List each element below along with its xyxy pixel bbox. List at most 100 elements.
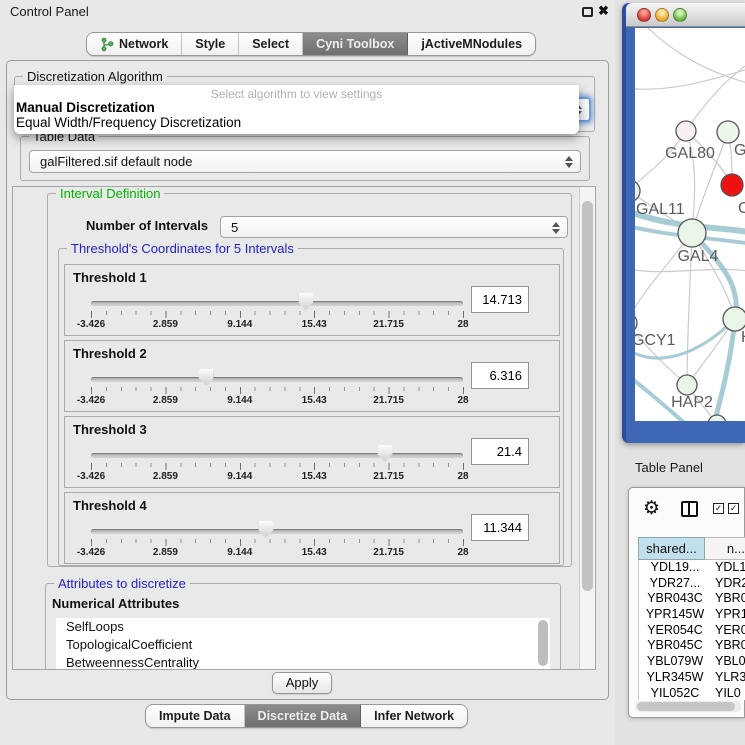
slider-tick-label: 21.715 xyxy=(373,395,404,406)
close-icon[interactable]: ✖ xyxy=(598,3,609,19)
tab-jactivemnodules-label: jActiveMNodules xyxy=(421,37,522,51)
network-node-c[interactable] xyxy=(721,174,743,196)
table-cell[interactable]: YER0 xyxy=(711,623,745,639)
table-horizontal-scrollbar[interactable] xyxy=(635,701,741,712)
table-cell[interactable]: YDL19... xyxy=(639,560,711,576)
threshold-3-label: Threshold 3 xyxy=(73,422,147,437)
network-node-hap2[interactable] xyxy=(677,375,697,395)
tab-network[interactable]: Network xyxy=(87,33,182,55)
tab-impute-data[interactable]: Impute Data xyxy=(146,705,245,727)
table-row[interactable]: YDL19...YDL1 xyxy=(639,560,745,576)
table-cell[interactable]: YBL0 xyxy=(711,654,745,670)
interval-definition-title: Interval Definition xyxy=(56,186,164,201)
table-cell[interactable]: YLR345W xyxy=(639,670,711,686)
threshold-2-value-field[interactable]: 6.316 xyxy=(471,362,529,389)
table-row[interactable]: YBL079WYBL0 xyxy=(639,654,745,670)
tab-select[interactable]: Select xyxy=(239,33,303,55)
table-data-combobox[interactable]: galFiltered.sif default node xyxy=(29,150,581,173)
threshold-3-slider-thumb[interactable] xyxy=(377,445,392,462)
dropdown-placeholder-option[interactable]: Select algorithm to view settings xyxy=(14,85,579,100)
table-cell[interactable]: YPR145W xyxy=(639,607,711,623)
table-cell[interactable]: YER054C xyxy=(639,623,711,639)
dropdown-option-equal-width[interactable]: Equal Width/Frequency Discretization xyxy=(14,115,579,130)
table-row[interactable]: YLR345WYLR3 xyxy=(639,670,745,686)
slider-tick-label: 9.144 xyxy=(227,471,252,482)
threshold-1-slider-thumb[interactable] xyxy=(298,293,313,310)
table-cell[interactable]: YPR1 xyxy=(711,607,745,623)
network-canvas[interactable]: GAL80G.CGAL11GAL4GCY1HHAP2 xyxy=(635,28,745,421)
table-cell[interactable]: YDR2 xyxy=(711,576,745,592)
tab-cyni-toolbox-label: Cyni Toolbox xyxy=(316,37,394,51)
attribute-item[interactable]: TopologicalCoefficient xyxy=(56,636,550,654)
network-node-gal80[interactable] xyxy=(676,121,696,141)
threshold-1-value-field[interactable]: 14.713 xyxy=(471,286,529,313)
slider-tick-label: 9.144 xyxy=(227,547,252,558)
checkbox-icon[interactable]: ✓ xyxy=(728,503,739,514)
discretization-algorithm-title: Discretization Algorithm xyxy=(23,69,167,84)
threshold-1-slider-track[interactable] xyxy=(91,301,463,306)
table-cell[interactable]: YDL1 xyxy=(711,560,745,576)
checkbox-icon[interactable]: ✓ xyxy=(713,503,724,514)
table-cell[interactable]: YBL079W xyxy=(639,654,711,670)
table-row[interactable]: YBR045CYBR0 xyxy=(639,638,745,654)
table-cell[interactable]: YBR045C xyxy=(639,638,711,654)
tab-infer-network[interactable]: Infer Network xyxy=(361,705,467,727)
attributes-list-scrollbar[interactable] xyxy=(537,620,549,670)
tab-cyni-toolbox[interactable]: Cyni Toolbox xyxy=(303,33,408,55)
dropdown-option-manual-discretization[interactable]: Manual Discretization xyxy=(14,100,579,115)
zoom-traffic-light-icon[interactable] xyxy=(673,8,687,22)
table-hscrollbar-thumb[interactable] xyxy=(637,702,735,711)
table-cell[interactable]: YBR043C xyxy=(639,591,711,607)
threshold-2-slider-track[interactable] xyxy=(91,377,463,382)
threshold-4-slider-track[interactable] xyxy=(91,529,463,534)
attributes-scrollbar-thumb[interactable] xyxy=(538,620,548,666)
tab-style[interactable]: Style xyxy=(182,33,239,55)
threshold-4-value-field[interactable]: 11.344 xyxy=(471,514,529,541)
apply-button[interactable]: Apply xyxy=(272,672,332,694)
threshold-3-slider-track[interactable] xyxy=(91,453,463,458)
network-node-g[interactable] xyxy=(717,121,739,143)
table-cell[interactable]: YBR0 xyxy=(711,638,745,654)
gear-icon[interactable]: ⚙ xyxy=(643,497,660,520)
column-header-name[interactable]: n... xyxy=(705,537,745,560)
column-header-shared-name[interactable]: shared... xyxy=(638,537,705,560)
network-node-gcy1[interactable] xyxy=(635,313,637,333)
settings-scrollbar-thumb[interactable] xyxy=(582,201,593,591)
float-window-icon[interactable] xyxy=(582,7,593,17)
table-row[interactable]: YPR145WYPR1 xyxy=(639,607,745,623)
threshold-3-panel: Threshold 3 -3.4262.8599.14415.4321.7152… xyxy=(64,416,560,488)
attribute-item[interactable]: BetweennessCentrality xyxy=(56,654,550,670)
threshold-4-slider-thumb[interactable] xyxy=(258,521,273,538)
network-node-gal4[interactable] xyxy=(678,219,706,247)
slider-tick-label: -3.426 xyxy=(77,547,105,558)
threshold-2-slider-thumb[interactable] xyxy=(199,369,214,386)
slider-ticks-major xyxy=(91,463,464,470)
table-cell[interactable]: YIL0 xyxy=(711,686,745,701)
table-row[interactable]: YDR27...YDR2 xyxy=(639,576,745,592)
columns-icon[interactable] xyxy=(681,501,698,517)
node-label: C xyxy=(738,200,745,217)
table-cell[interactable]: YLR3 xyxy=(711,670,745,686)
table-row[interactable]: YIL052CYIL0 xyxy=(639,686,745,701)
number-of-intervals-combobox[interactable]: 5 xyxy=(220,216,568,238)
slider-tick-label: 21.715 xyxy=(373,547,404,558)
settings-scroll-viewport: Interval Definition Number of Intervals … xyxy=(12,186,596,670)
network-view-window[interactable]: GAL80G.CGAL11GAL4GCY1HHAP2 xyxy=(622,3,745,443)
table-row[interactable]: YBR043CYBR0 xyxy=(639,591,745,607)
settings-vertical-scrollbar[interactable] xyxy=(579,187,595,669)
network-node-h[interactable] xyxy=(723,307,745,331)
attributes-group: Attributes to discretize Numerical Attri… xyxy=(45,583,561,670)
close-traffic-light-icon[interactable] xyxy=(637,8,651,22)
interval-definition-group: Interval Definition Number of Intervals … xyxy=(47,193,572,567)
table-cell[interactable]: YDR27... xyxy=(639,576,711,592)
table-toolbar: ⚙ ✓ ✓ xyxy=(629,488,744,532)
numerical-attributes-list: SelfLoopsTopologicalCoefficientBetweenne… xyxy=(56,618,550,670)
tab-jactivemnodules[interactable]: jActiveMNodules xyxy=(408,33,535,55)
minimize-traffic-light-icon[interactable] xyxy=(655,8,669,22)
table-cell[interactable]: YBR0 xyxy=(711,591,745,607)
attribute-item[interactable]: SelfLoops xyxy=(56,618,550,636)
threshold-3-value-field[interactable]: 21.4 xyxy=(471,438,529,465)
table-row[interactable]: YER054CYER0 xyxy=(639,623,745,639)
table-cell[interactable]: YIL052C xyxy=(639,686,711,701)
tab-discretize-data[interactable]: Discretize Data xyxy=(245,705,362,727)
